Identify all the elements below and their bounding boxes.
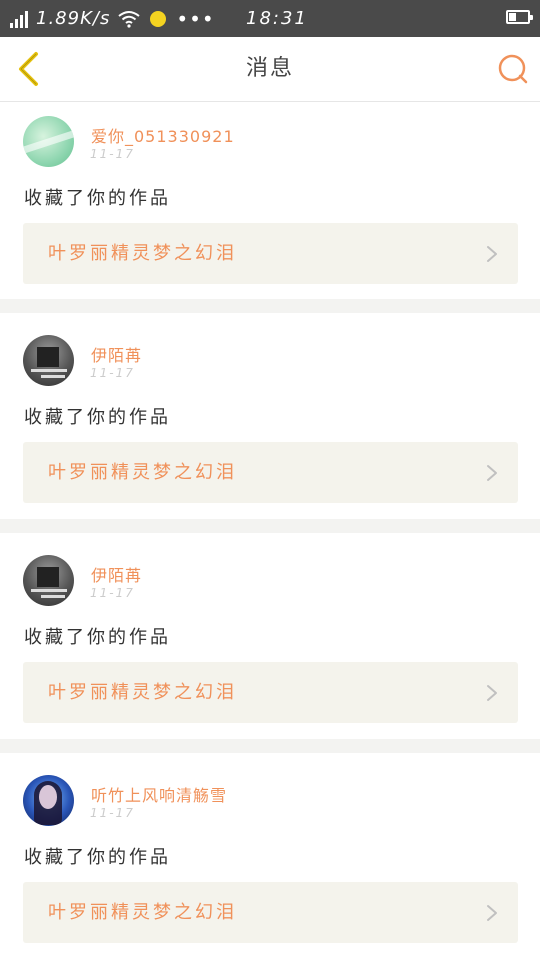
signal-icon (10, 10, 30, 28)
message-card: 伊陌苒 11-17 收藏了你的作品 叶罗丽精灵梦之幻泪 (0, 313, 540, 519)
message-action-text: 收藏了你的作品 (24, 188, 171, 209)
message-date: 11-17 (90, 147, 135, 161)
search-icon[interactable] (496, 52, 530, 86)
avatar[interactable] (23, 116, 74, 167)
work-title: 叶罗丽精灵梦之幻泪 (48, 462, 237, 483)
username[interactable]: 伊陌苒 (91, 342, 142, 366)
status-left: 1.89K/s ••• (10, 0, 215, 37)
card-divider (0, 299, 540, 313)
status-bar: 1.89K/s ••• 18:31 (0, 0, 540, 37)
message-action-text: 收藏了你的作品 (24, 847, 171, 868)
battery-icon (506, 10, 533, 24)
message-card: 爱你_051330921 11-17 收藏了你的作品 叶罗丽精灵梦之幻泪 (0, 102, 540, 299)
wifi-icon (118, 10, 140, 28)
avatar[interactable] (23, 555, 74, 606)
message-action-text: 收藏了你的作品 (24, 407, 171, 428)
card-divider (0, 739, 540, 753)
message-list: 爱你_051330921 11-17 收藏了你的作品 叶罗丽精灵梦之幻泪 伊陌苒… (0, 102, 540, 959)
message-date: 11-17 (90, 366, 135, 380)
message-date: 11-17 (90, 586, 135, 600)
work-title: 叶罗丽精灵梦之幻泪 (48, 902, 237, 923)
work-title: 叶罗丽精灵梦之幻泪 (48, 243, 237, 264)
username[interactable]: 听竹上风响清觞雪 (91, 782, 227, 806)
work-link[interactable]: 叶罗丽精灵梦之幻泪 (23, 882, 518, 943)
message-card: 听竹上风响清觞雪 11-17 收藏了你的作品 叶罗丽精灵梦之幻泪 (0, 753, 540, 959)
work-link[interactable]: 叶罗丽精灵梦之幻泪 (23, 223, 518, 284)
work-link[interactable]: 叶罗丽精灵梦之幻泪 (23, 662, 518, 723)
username[interactable]: 伊陌苒 (91, 562, 142, 586)
message-action-text: 收藏了你的作品 (24, 627, 171, 648)
page-title: 消息 (245, 56, 294, 81)
chevron-right-icon (487, 465, 497, 481)
message-card: 伊陌苒 11-17 收藏了你的作品 叶罗丽精灵梦之幻泪 (0, 533, 540, 739)
work-title: 叶罗丽精灵梦之幻泪 (48, 682, 237, 703)
card-divider (0, 519, 540, 533)
more-notifications-icon: ••• (176, 6, 215, 31)
status-time: 18:31 (246, 8, 308, 29)
app-header: 消息 (0, 37, 540, 102)
network-speed: 1.89K/s (36, 8, 111, 29)
message-date: 11-17 (90, 806, 135, 820)
chevron-right-icon (487, 685, 497, 701)
username[interactable]: 爱你_051330921 (91, 123, 235, 147)
chevron-right-icon (487, 905, 497, 921)
avatar[interactable] (23, 775, 74, 826)
notification-dot-icon (150, 10, 167, 27)
work-link[interactable]: 叶罗丽精灵梦之幻泪 (23, 442, 518, 503)
avatar[interactable] (23, 335, 74, 386)
chevron-right-icon (487, 246, 497, 262)
